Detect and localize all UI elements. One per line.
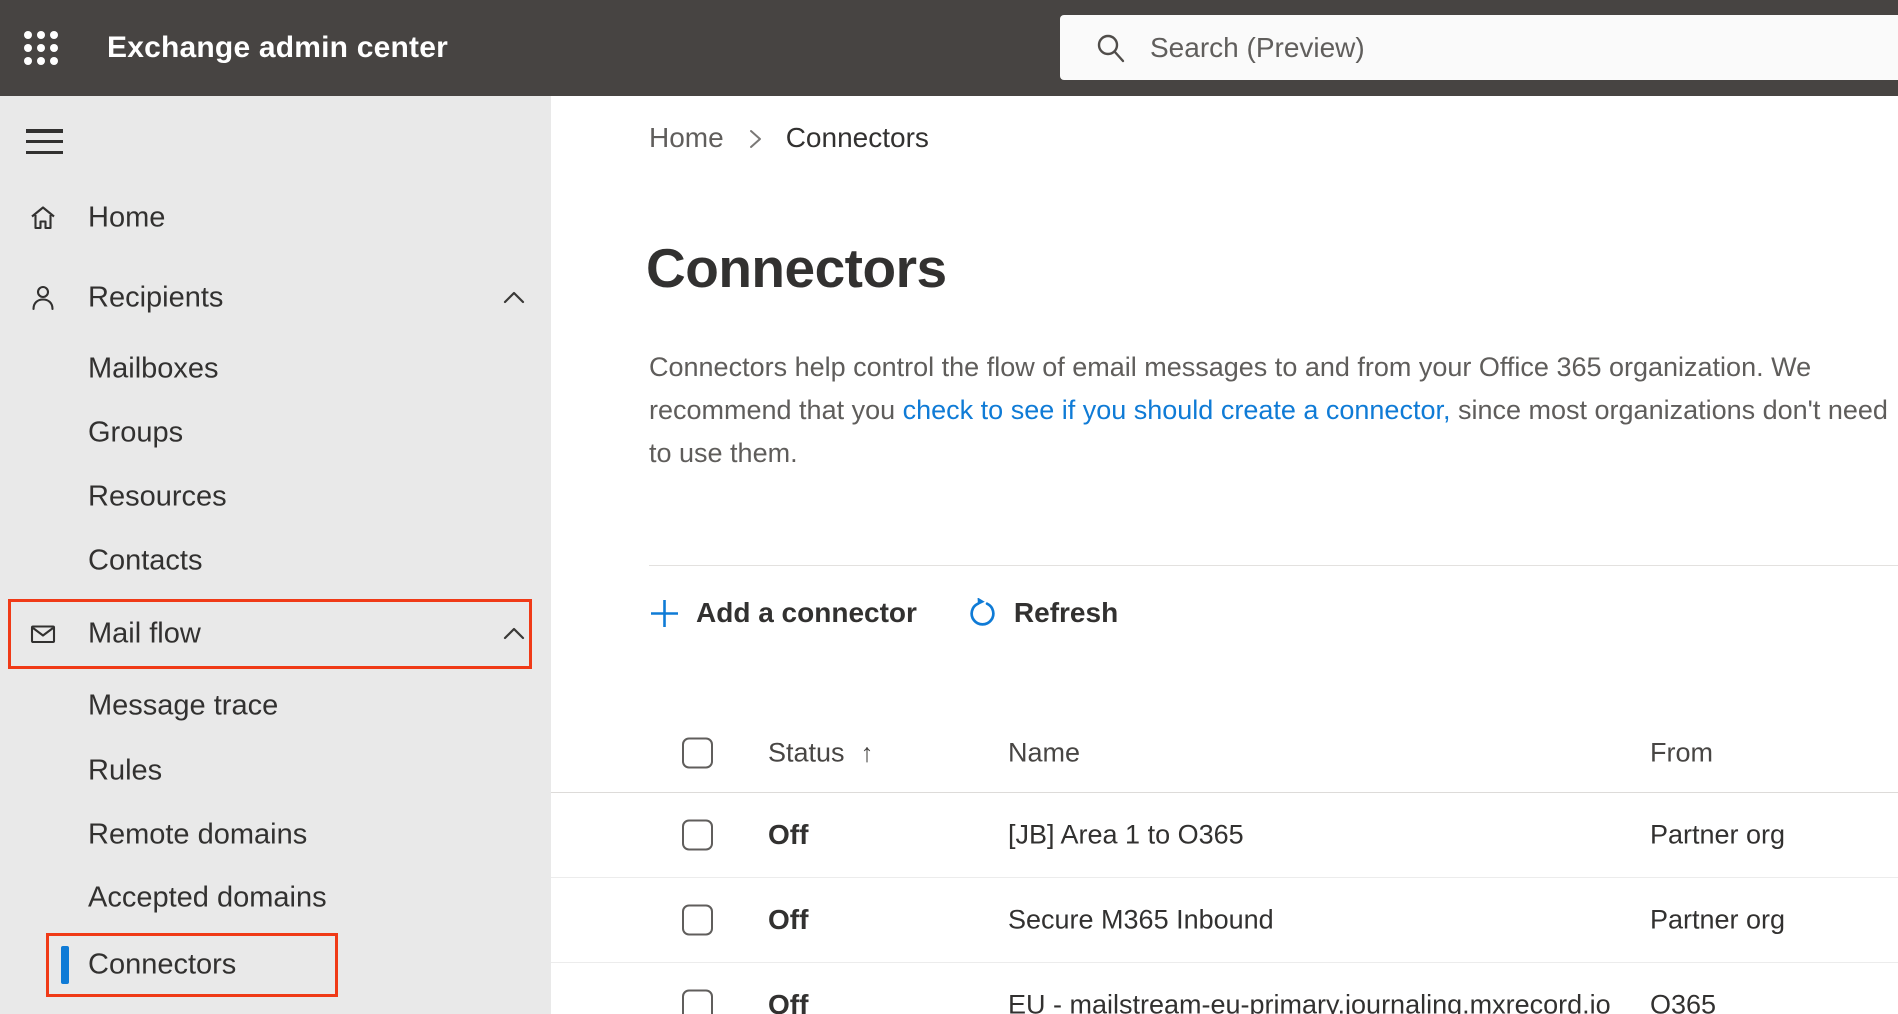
home-icon <box>31 206 55 230</box>
sidebar-item-mail-flow[interactable]: Mail flow <box>8 599 532 669</box>
sidebar-item-remote-domains[interactable]: Remote domains <box>0 804 551 866</box>
row-checkbox[interactable] <box>682 989 713 1014</box>
row-name: Secure M365 Inbound <box>1008 904 1274 935</box>
table-header: Status ↑ Name From <box>551 714 1898 793</box>
toolbar: Add a connector Refresh <box>649 586 1118 640</box>
row-from: Partner org <box>1650 819 1786 850</box>
page-title: Connectors <box>646 237 947 299</box>
row-name: [JB] Area 1 to O365 <box>1008 819 1244 850</box>
toolbar-top-divider <box>649 565 1898 566</box>
row-checkbox[interactable] <box>682 904 713 936</box>
topbar: Exchange admin center Search (Preview) <box>0 0 1898 96</box>
row-from: Partner org <box>1650 904 1786 935</box>
search-input[interactable]: Search (Preview) <box>1060 15 1898 80</box>
sidebar-item-resources[interactable]: Resources <box>0 466 551 528</box>
refresh-button[interactable]: Refresh <box>967 597 1118 629</box>
plus-icon <box>651 599 678 627</box>
create-connector-check-link[interactable]: check to see if you should create a conn… <box>903 395 1451 425</box>
sort-ascending-icon: ↑ <box>860 737 874 768</box>
column-header-name[interactable]: Name <box>1008 738 1080 769</box>
sidebar-nav: Home Recipients Mailboxes Groups Resourc… <box>0 96 551 1014</box>
row-checkbox[interactable] <box>682 819 713 851</box>
select-all-checkbox[interactable] <box>682 737 713 769</box>
sidebar-item-recipients[interactable]: Recipients <box>0 262 551 334</box>
refresh-icon <box>970 597 995 626</box>
row-status: Off <box>768 904 809 935</box>
person-icon <box>32 285 54 311</box>
chevron-up-icon[interactable] <box>501 621 527 647</box>
sidebar-item-rules[interactable]: Rules <box>0 740 551 802</box>
search-placeholder: Search (Preview) <box>1150 31 1365 63</box>
row-status: Off <box>768 989 809 1014</box>
sidebar-item-home[interactable]: Home <box>0 182 551 254</box>
sidebar-item-groups[interactable]: Groups <box>0 402 551 464</box>
row-from: O365 <box>1650 989 1717 1014</box>
row-status: Off <box>768 819 809 850</box>
row-name: EU - mailstream-eu-primary.journaling.mx… <box>1008 989 1611 1014</box>
sidebar-item-contacts[interactable]: Contacts <box>0 530 551 592</box>
sidebar-item-mailboxes[interactable]: Mailboxes <box>0 338 551 400</box>
add-connector-button[interactable]: Add a connector <box>649 597 917 629</box>
page-description: Connectors help control the flow of emai… <box>649 352 1888 468</box>
selected-indicator-bar <box>61 946 69 984</box>
mail-icon <box>30 625 56 644</box>
app-launcher-icon[interactable] <box>24 31 58 65</box>
sidebar-item-message-trace[interactable]: Message trace <box>0 673 551 739</box>
table-row[interactable]: Off Secure M365 Inbound Partner org <box>551 878 1898 963</box>
chevron-right-icon <box>749 130 761 148</box>
search-icon <box>1097 34 1125 62</box>
hamburger-menu-icon[interactable] <box>26 129 63 154</box>
column-header-status[interactable]: Status ↑ <box>768 738 874 769</box>
column-header-from[interactable]: From <box>1650 738 1713 769</box>
breadcrumb-current: Connectors <box>785 122 929 153</box>
breadcrumb: Home Connectors <box>649 120 929 156</box>
exchange-admin-center: Exchange admin center Search (Preview) H… <box>0 0 1898 1014</box>
main-content: Home Connectors Connectors Connectors he… <box>551 96 1898 1014</box>
sidebar-item-connectors[interactable]: Connectors <box>46 933 338 997</box>
sidebar-item-accepted-domains[interactable]: Accepted domains <box>0 867 551 929</box>
chevron-up-icon[interactable] <box>501 285 527 311</box>
table-row[interactable]: Off EU - mailstream-eu-primary.journalin… <box>551 963 1898 1014</box>
app-title: Exchange admin center <box>107 31 448 64</box>
table-row[interactable]: Off [JB] Area 1 to O365 Partner org <box>551 793 1898 878</box>
breadcrumb-home-link[interactable]: Home <box>649 122 724 154</box>
